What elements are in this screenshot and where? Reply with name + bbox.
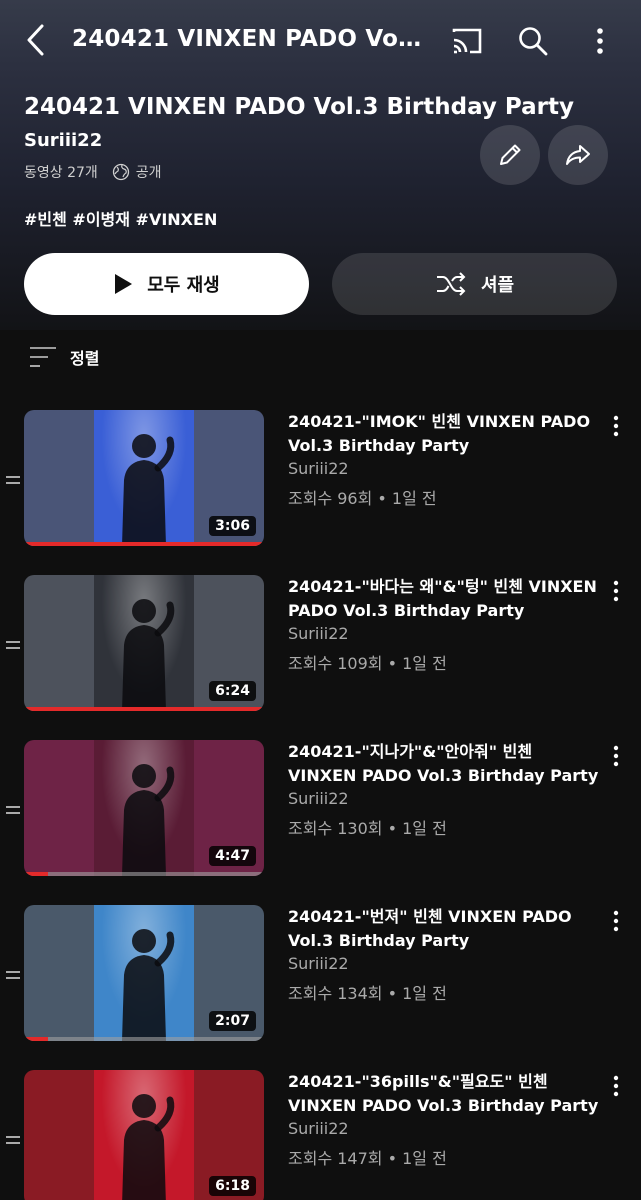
back-arrow-icon[interactable]	[20, 22, 54, 58]
video-stats: 조회수 130회 • 1일 전	[288, 819, 447, 838]
video-channel: Suriii22	[288, 789, 349, 808]
edit-button[interactable]	[480, 125, 540, 185]
video-duration: 2:07	[209, 1011, 256, 1031]
video-title[interactable]: 240421-"IMOK" 빈첸 VINXEN PADO Vol.3 Birth…	[288, 410, 600, 458]
video-channel: Suriii22	[288, 1119, 349, 1138]
cast-icon[interactable]	[450, 24, 484, 58]
video-list-item[interactable]: 6:18 240421-"36pills"&"필요도" 빈첸 VINXEN PA…	[0, 1070, 641, 1200]
video-channel: Suriii22	[288, 459, 349, 478]
video-list-item[interactable]: 2:07 240421-"번져" 빈첸 VINXEN PADO Vol.3 Bi…	[0, 905, 641, 1045]
video-stats: 조회수 134회 • 1일 전	[288, 984, 447, 1003]
sort-label: 정렬	[70, 349, 100, 368]
playlist-title: 240421 VINXEN PADO Vol.3 Birthday Party	[24, 94, 575, 120]
video-thumbnail[interactable]: 3:06	[24, 410, 264, 546]
video-thumbnail[interactable]: 2:07	[24, 905, 264, 1041]
video-stats: 조회수 96회 • 1일 전	[288, 489, 437, 508]
video-more-icon[interactable]	[606, 909, 626, 933]
performer-silhouette	[122, 434, 175, 546]
video-list-item[interactable]: 4:47 240421-"지나가"&"안아줘" 빈첸 VINXEN PADO V…	[0, 740, 641, 880]
drag-handle-icon[interactable]	[6, 971, 20, 981]
video-title[interactable]: 240421-"바다는 왜"&"텅" 빈첸 VINXEN PADO Vol.3 …	[288, 575, 600, 623]
performer-silhouette	[122, 929, 175, 1041]
search-icon[interactable]	[516, 24, 550, 58]
watch-progress-track	[24, 542, 264, 546]
share-arrow-icon	[566, 145, 590, 165]
performer-silhouette	[122, 1094, 175, 1200]
visibility-label: 공개	[135, 165, 162, 181]
playlist-meta: 동영상 27개 공개	[24, 162, 162, 182]
watch-progress-track	[24, 872, 264, 876]
video-duration: 6:18	[209, 1176, 256, 1196]
drag-handle-icon[interactable]	[6, 476, 20, 486]
top-app-bar: 240421 VINXEN PADO Vol.3 Birthday Party	[0, 0, 641, 80]
watch-progress-track	[24, 707, 264, 711]
globe-icon	[112, 163, 129, 181]
video-duration: 3:06	[209, 516, 256, 536]
video-thumbnail[interactable]: 6:24	[24, 575, 264, 711]
video-thumbnail[interactable]: 4:47	[24, 740, 264, 876]
thumbnail-frame	[94, 1070, 194, 1200]
sort-button[interactable]: 정렬	[28, 344, 99, 370]
video-more-icon[interactable]	[606, 1074, 626, 1098]
thumbnail-frame	[94, 410, 194, 546]
playlist-hashtags[interactable]: #빈첸 #이병재 #VINXEN	[24, 206, 217, 230]
video-more-icon[interactable]	[606, 579, 626, 603]
video-list-item[interactable]: 6:24 240421-"바다는 왜"&"텅" 빈첸 VINXEN PADO V…	[0, 575, 641, 715]
video-stats: 조회수 147회 • 1일 전	[288, 1149, 447, 1168]
video-more-icon[interactable]	[606, 414, 626, 438]
shuffle-icon	[436, 272, 466, 296]
watch-progress-bar	[24, 542, 264, 546]
share-button[interactable]	[548, 125, 608, 185]
shuffle-button[interactable]: 셔플	[332, 253, 617, 315]
drag-handle-icon[interactable]	[6, 1136, 20, 1146]
video-duration: 6:24	[209, 681, 256, 701]
sort-icon	[30, 347, 56, 367]
play-all-button[interactable]: 모두 재생	[24, 253, 309, 315]
video-title[interactable]: 240421-"36pills"&"필요도" 빈첸 VINXEN PADO Vo…	[288, 1070, 600, 1118]
video-duration: 4:47	[209, 846, 256, 866]
drag-handle-icon[interactable]	[6, 806, 20, 816]
video-count: 동영상 27개	[24, 165, 98, 181]
video-stats: 조회수 109회 • 1일 전	[288, 654, 447, 673]
video-channel: Suriii22	[288, 954, 349, 973]
shuffle-label: 셔플	[480, 275, 515, 296]
thumbnail-frame	[94, 905, 194, 1041]
video-thumbnail[interactable]: 6:18	[24, 1070, 264, 1200]
video-more-icon[interactable]	[606, 744, 626, 768]
play-icon	[115, 274, 133, 294]
watch-progress-track	[24, 1037, 264, 1041]
watch-progress-bar	[24, 707, 264, 711]
watch-progress-bar	[24, 872, 48, 876]
thumbnail-frame	[94, 740, 194, 876]
playlist-owner[interactable]: Suriii22	[24, 130, 102, 151]
pencil-icon	[500, 144, 521, 165]
more-vert-icon[interactable]	[584, 24, 618, 58]
thumbnail-frame	[94, 575, 194, 711]
video-title[interactable]: 240421-"지나가"&"안아줘" 빈첸 VINXEN PADO Vol.3 …	[288, 740, 600, 788]
performer-silhouette	[122, 599, 175, 711]
video-channel: Suriii22	[288, 624, 349, 643]
video-title[interactable]: 240421-"번져" 빈첸 VINXEN PADO Vol.3 Birthda…	[288, 905, 600, 953]
drag-handle-icon[interactable]	[6, 641, 20, 651]
watch-progress-bar	[24, 1037, 48, 1041]
video-list-item[interactable]: 3:06 240421-"IMOK" 빈첸 VINXEN PADO Vol.3 …	[0, 410, 641, 550]
play-all-label: 모두 재생	[147, 275, 220, 296]
performer-silhouette	[122, 764, 175, 876]
app-bar-title: 240421 VINXEN PADO Vol.3 Birthday Party	[72, 26, 428, 52]
